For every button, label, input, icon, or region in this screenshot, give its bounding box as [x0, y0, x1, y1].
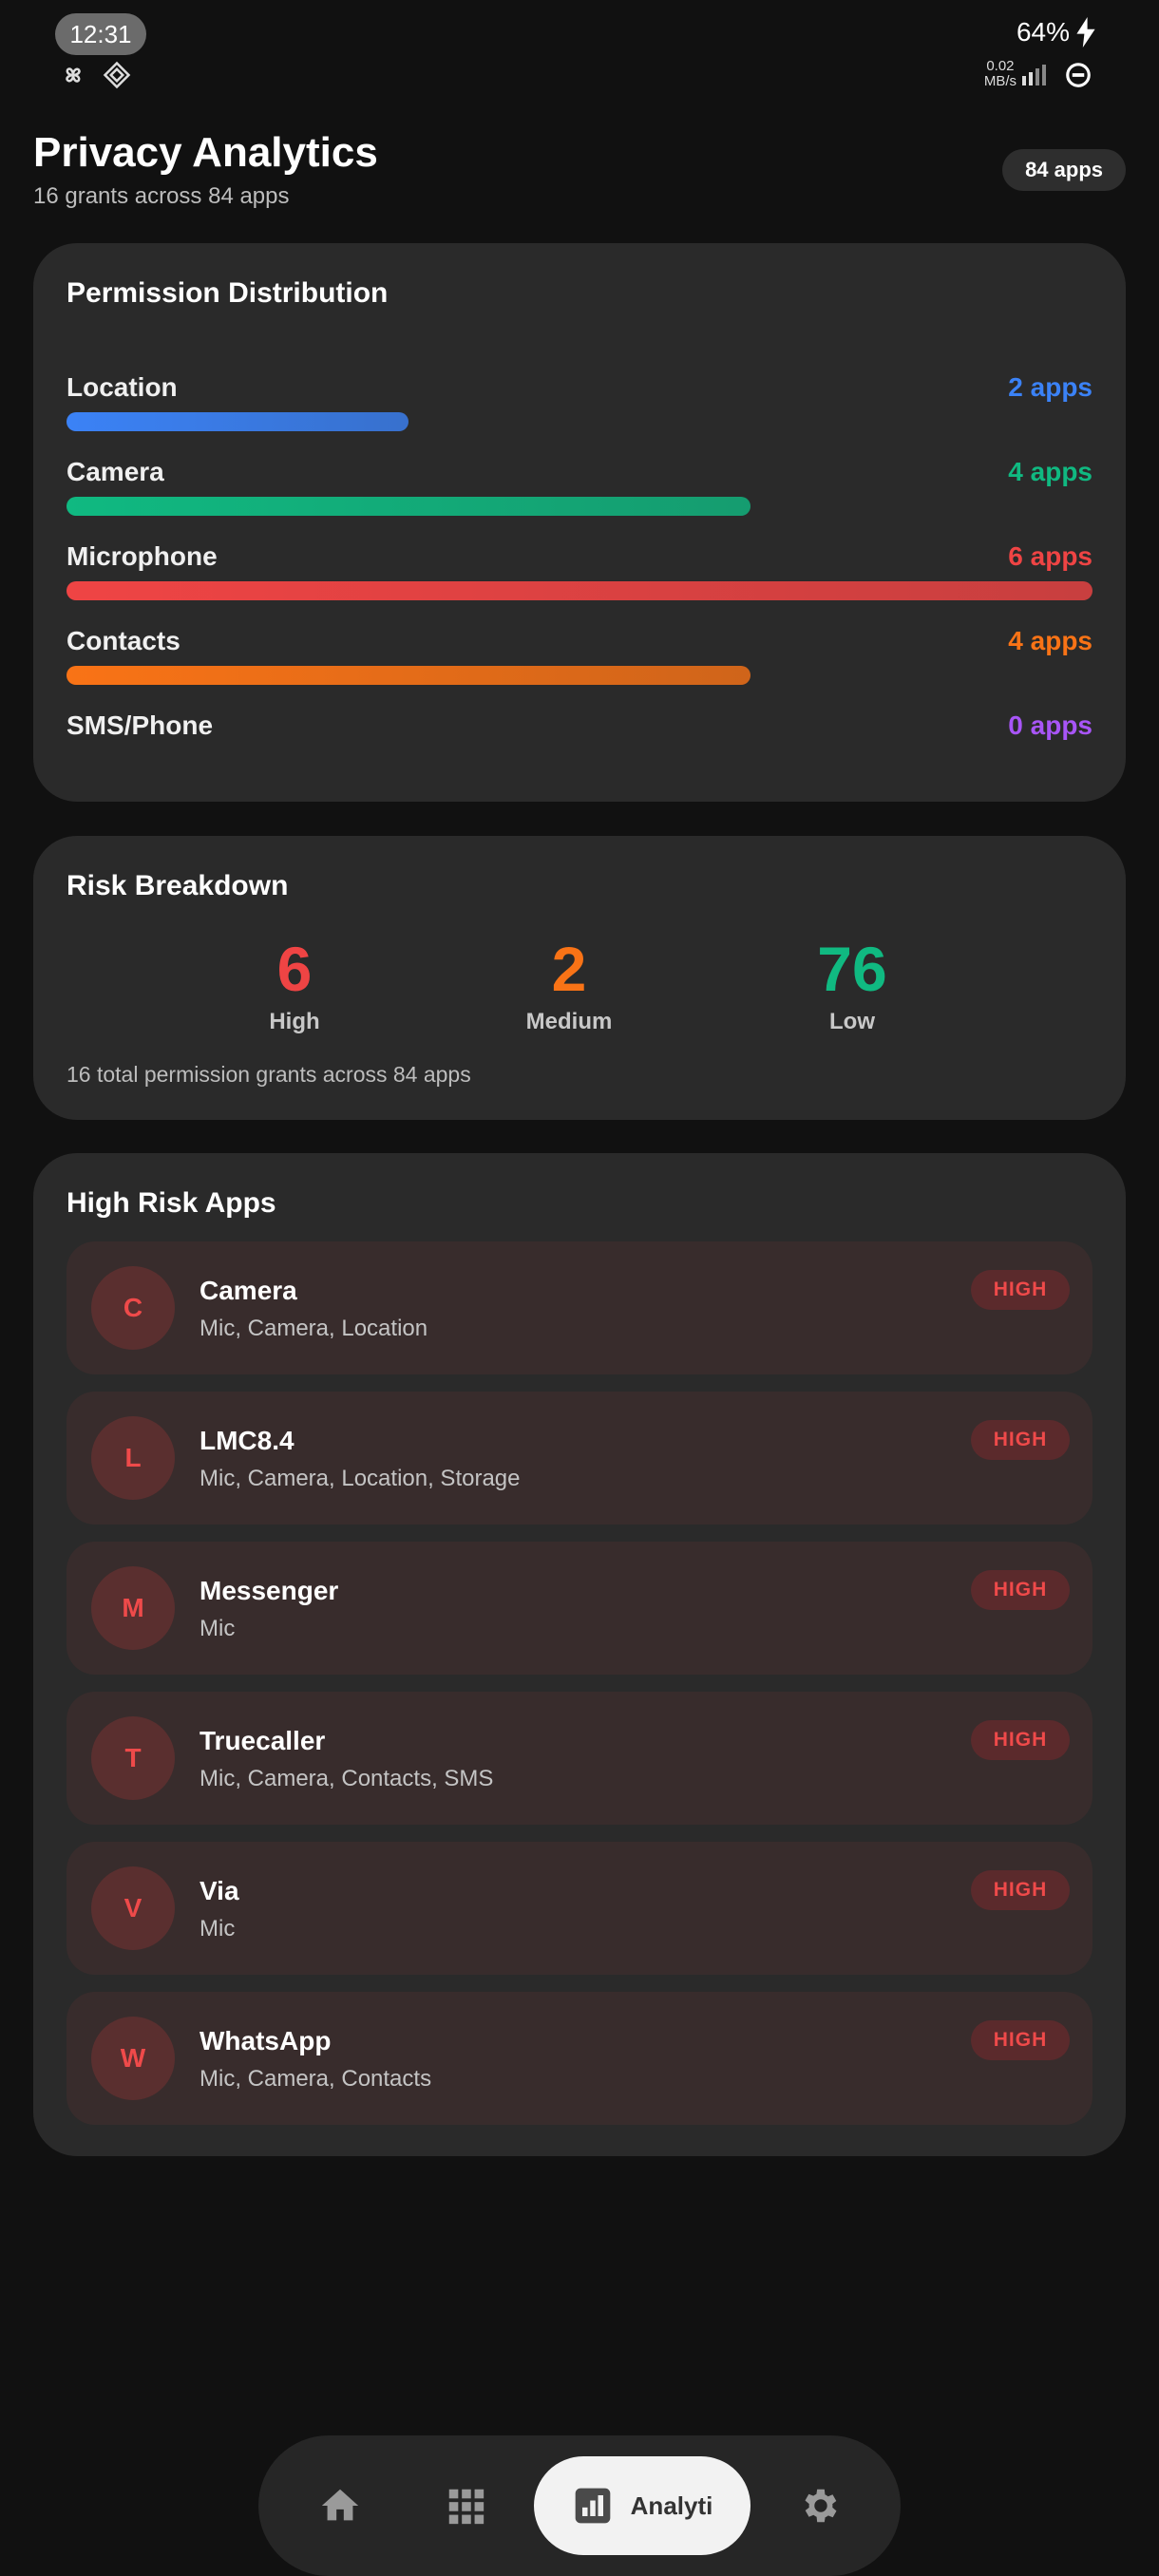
- app-name: Truecaller: [200, 1726, 326, 1755]
- network-speed: 0.02 MB/s: [983, 58, 1016, 89]
- app-row-truecaller[interactable]: T Truecaller Mic, Camera, Contacts, SMS …: [66, 1692, 1092, 1825]
- app-avatar: T: [91, 1716, 175, 1800]
- app-name: LMC8.4: [200, 1426, 294, 1455]
- risk-footnote: 16 total permission grants across 84 app…: [66, 1062, 471, 1087]
- permission-bar: [66, 666, 750, 685]
- battery-percent: 64%: [1016, 17, 1070, 47]
- bottom-navigation: Analyti: [258, 2435, 901, 2576]
- status-clock: 12:31: [55, 13, 146, 55]
- page-subtitle: 16 grants across 84 apps: [33, 183, 290, 209]
- app-name: Via: [200, 1876, 239, 1905]
- apps-grid-icon: [448, 2489, 484, 2525]
- risk-badge: HIGH: [971, 1720, 1070, 1760]
- page-title: Privacy Analytics: [33, 129, 378, 176]
- permission-label: Microphone: [66, 541, 218, 571]
- app-name: Messenger: [200, 1576, 339, 1605]
- permission-row-sms-phone: SMS/Phone 0 apps: [66, 710, 1092, 786]
- risk-badge: HIGH: [971, 1570, 1070, 1610]
- app-row-camera[interactable]: C Camera Mic, Camera, Location HIGH: [66, 1241, 1092, 1374]
- permission-label: SMS/Phone: [66, 710, 214, 740]
- status-bar: 12:31 64% 0.02 MB/s: [0, 0, 1159, 104]
- fan-icon: [66, 67, 81, 83]
- app-row-lmc[interactable]: L LMC8.4 Mic, Camera, Location, Storage …: [66, 1392, 1092, 1525]
- risk-low-value: 76: [817, 934, 887, 1004]
- permission-count: 2 apps: [1008, 372, 1092, 402]
- app-permissions: Mic: [200, 1616, 236, 1641]
- risk-breakdown-title: Risk Breakdown: [66, 870, 289, 901]
- permission-label: Location: [66, 372, 178, 402]
- permission-bar: [66, 581, 1092, 600]
- app-avatar: M: [91, 1566, 175, 1650]
- permission-count: 0 apps: [1008, 710, 1092, 740]
- app-avatar: W: [91, 2017, 175, 2100]
- nav-home-button[interactable]: [291, 2456, 390, 2555]
- permission-row-contacts: Contacts 4 apps: [66, 626, 1092, 702]
- battery-indicator: 64%: [1016, 17, 1096, 47]
- risk-badge: HIGH: [971, 1270, 1070, 1310]
- app-permissions: Mic, Camera, Location: [200, 1316, 428, 1341]
- app-avatar: L: [91, 1416, 175, 1500]
- permission-label: Contacts: [66, 626, 180, 655]
- charging-icon: [1076, 17, 1095, 47]
- app-permissions: Mic, Camera, Contacts: [200, 2066, 432, 2092]
- app-name: Camera: [200, 1276, 297, 1305]
- permission-bar: [66, 412, 408, 431]
- permission-distribution-title: Permission Distribution: [66, 277, 389, 309]
- permission-count: 4 apps: [1008, 626, 1092, 655]
- diamond-icon: [103, 61, 131, 89]
- risk-high-value: 6: [276, 934, 313, 1004]
- apps-count-chip: 84 apps: [1002, 149, 1126, 191]
- app-permissions: Mic, Camera, Location, Storage: [200, 1466, 521, 1491]
- permission-row-microphone: Microphone 6 apps: [66, 541, 1092, 617]
- risk-medium-label: Medium: [525, 1009, 613, 1034]
- analytics-icon: [575, 2488, 610, 2524]
- app-avatar: V: [91, 1866, 175, 1950]
- risk-medium-value: 2: [551, 934, 587, 1004]
- risk-high-label: High: [269, 1009, 320, 1034]
- permission-label: Camera: [66, 457, 164, 486]
- settings-icon: [805, 2489, 837, 2523]
- app-name: WhatsApp: [200, 2026, 332, 2055]
- permission-row-camera: Camera 4 apps: [66, 457, 1092, 533]
- do-not-disturb-icon: [1066, 63, 1091, 87]
- app-avatar: C: [91, 1266, 175, 1350]
- app-row-via[interactable]: V Via Mic HIGH: [66, 1842, 1092, 1975]
- app-row-messenger[interactable]: M Messenger Mic HIGH: [66, 1542, 1092, 1675]
- nav-settings-button[interactable]: [771, 2456, 870, 2555]
- app-row-whatsapp[interactable]: W WhatsApp Mic, Camera, Contacts HIGH: [66, 1992, 1092, 2125]
- high-risk-apps-title: High Risk Apps: [66, 1187, 276, 1219]
- risk-low-label: Low: [829, 1009, 875, 1034]
- notification-icons: [59, 61, 131, 89]
- permission-bar: [66, 497, 750, 516]
- permission-count: 4 apps: [1008, 457, 1092, 486]
- nav-analytics-label: Analyti: [630, 2491, 713, 2520]
- risk-badge: HIGH: [971, 2020, 1070, 2060]
- nav-analytics-button[interactable]: Analyti: [534, 2456, 750, 2555]
- app-permissions: Mic, Camera, Contacts, SMS: [200, 1766, 494, 1791]
- risk-badge: HIGH: [971, 1420, 1070, 1460]
- nav-apps-button[interactable]: [416, 2456, 515, 2555]
- signal-icon: [1022, 65, 1046, 85]
- permission-count: 6 apps: [1008, 541, 1092, 571]
- risk-badge: HIGH: [971, 1870, 1070, 1910]
- home-icon: [321, 2489, 359, 2521]
- permission-row-location: Location 2 apps: [66, 372, 1092, 448]
- app-permissions: Mic: [200, 1916, 236, 1941]
